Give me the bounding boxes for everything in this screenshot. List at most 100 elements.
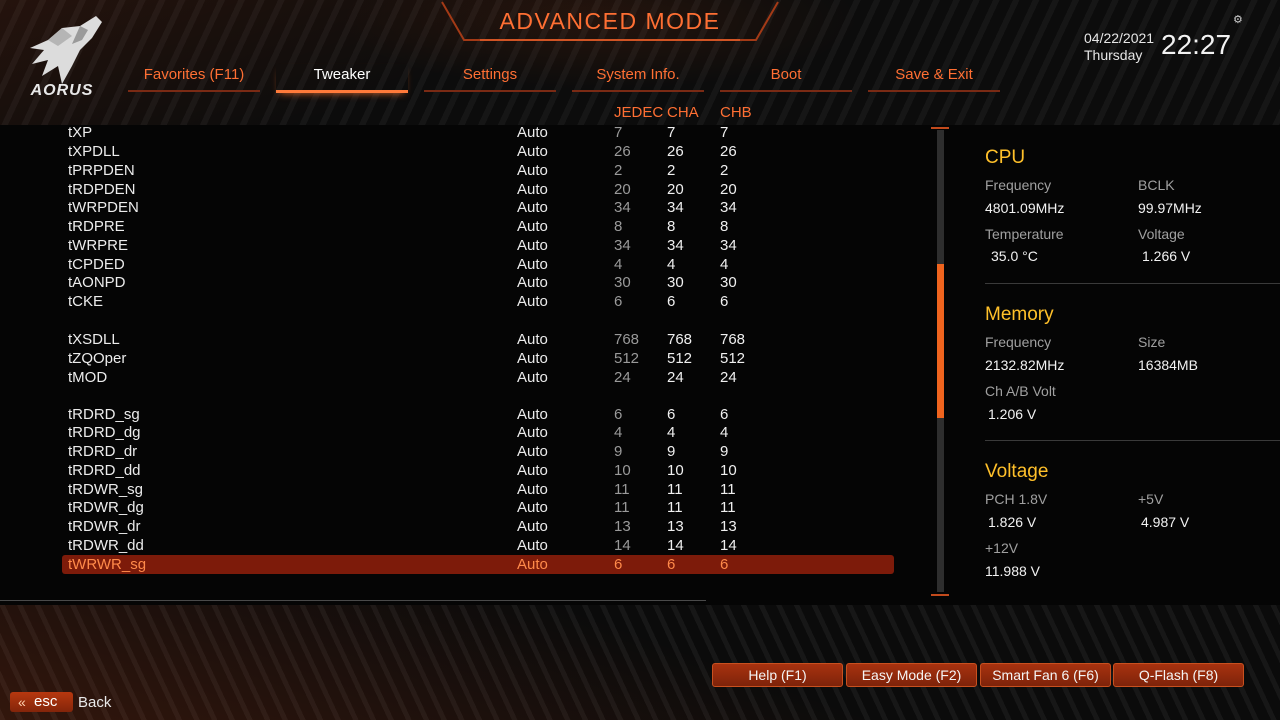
setting-value[interactable]: Auto [517, 555, 548, 574]
cha-value: 34 [667, 199, 684, 216]
setting-row-twrwr-sg-selected[interactable]: tWRWR_sg Auto 6 6 6 [62, 555, 894, 574]
cha-value: 4 [667, 424, 676, 441]
jedec-value: 34 [614, 237, 631, 254]
setting-row-trdrd-sg[interactable]: tRDRD_sg Auto 6 6 6 [62, 405, 894, 424]
setting-value[interactable]: Auto [517, 498, 548, 517]
jedec-value: 11 [614, 499, 630, 516]
cpu-bclk-value: 99.97MHz [1138, 200, 1202, 216]
setting-value[interactable]: Auto [517, 442, 548, 461]
setting-row-trdrd-dr[interactable]: tRDRD_dr Auto 9 9 9 [62, 442, 894, 461]
setting-row-trdwr-dg[interactable]: tRDWR_dg Auto 11 11 11 [62, 498, 894, 517]
clock[interactable]: 22:27 [1161, 29, 1231, 61]
setting-name: tWRPDEN [68, 199, 139, 216]
setting-row-txpdll[interactable]: tXPDLL Auto 26 26 26 [62, 142, 894, 161]
tab-settings[interactable]: Settings [424, 64, 556, 92]
setting-value[interactable]: Auto [517, 517, 548, 536]
cpu-bclk-label: BCLK [1138, 177, 1175, 193]
tab-save-exit[interactable]: Save & Exit [868, 64, 1000, 92]
smart-fan-button[interactable]: Smart Fan 6 (F6) [980, 663, 1111, 687]
tab-tweaker[interactable]: Tweaker [276, 64, 408, 93]
panel-divider [985, 283, 1280, 284]
jedec-value: 11 [614, 481, 630, 498]
5v-value: 4.987 V [1141, 514, 1190, 530]
setting-value[interactable]: Auto [517, 349, 548, 368]
setting-value[interactable]: Auto [517, 236, 548, 255]
jedec-value: 34 [614, 199, 631, 216]
setting-value[interactable]: Auto [517, 368, 548, 387]
double-chevron-left-icon: « [18, 694, 26, 710]
tab-boot[interactable]: Boot [720, 64, 852, 92]
jedec-value: 768 [614, 331, 640, 348]
setting-row-taonpd[interactable]: tAONPD Auto 30 30 30 [62, 273, 894, 292]
setting-row-trdrd-dg[interactable]: tRDRD_dg Auto 4 4 4 [62, 423, 894, 442]
date-text: 04/22/2021 [1084, 30, 1155, 46]
esc-button[interactable]: « esc [10, 692, 73, 712]
setting-row-txsdll[interactable]: tXSDLL Auto 768 768 768 [62, 330, 894, 349]
setting-row-trdrd-dd[interactable]: tRDRD_dd Auto 10 10 10 [62, 461, 894, 480]
setting-value[interactable]: Auto [517, 198, 548, 217]
setting-value[interactable]: Auto [517, 536, 548, 555]
setting-value[interactable]: Auto [517, 480, 548, 499]
setting-value[interactable]: Auto [517, 161, 548, 180]
chb-value: 768 [720, 331, 746, 348]
jedec-value: 512 [614, 350, 640, 367]
setting-row-txp[interactable]: tXP Auto 7 7 7 [62, 123, 894, 142]
setting-row-twrpre[interactable]: tWRPRE Auto 34 34 34 [62, 236, 894, 255]
setting-row-trdpre[interactable]: tRDPRE Auto 8 8 8 [62, 217, 894, 236]
tab-favorites[interactable]: Favorites (F11) [128, 64, 260, 92]
setting-value[interactable]: Auto [517, 405, 548, 424]
setting-value[interactable]: Auto [517, 123, 548, 142]
setting-value[interactable]: Auto [517, 142, 548, 161]
setting-row-tmod[interactable]: tMOD Auto 24 24 24 [62, 368, 894, 387]
cha-value: 2 [667, 162, 676, 179]
setting-name: tAONPD [68, 274, 126, 291]
cha-value: 30 [667, 274, 684, 291]
page-title: ADVANCED MODE [499, 8, 721, 34]
setting-value[interactable]: Auto [517, 217, 548, 236]
setting-name: tMOD [68, 369, 108, 386]
day-text: Thursday [1084, 47, 1143, 63]
setting-row-trdwr-sg[interactable]: tRDWR_sg Auto 11 11 11 [62, 480, 894, 499]
list-bottom-divider [0, 600, 706, 601]
setting-row-tcke[interactable]: tCKE Auto 6 6 6 [62, 292, 894, 311]
setting-row-tzqoper[interactable]: tZQOper Auto 512 512 512 [62, 349, 894, 368]
help-button[interactable]: Help (F1) [712, 663, 843, 687]
column-header-cha: CHA [667, 104, 699, 121]
memory-size-label: Size [1138, 334, 1166, 350]
setting-value[interactable]: Auto [517, 423, 548, 442]
12v-value: 11.988 V [985, 563, 1041, 579]
setting-value[interactable]: Auto [517, 273, 548, 292]
chb-value: 7 [720, 124, 729, 141]
setting-row-tprpden[interactable]: tPRPDEN Auto 2 2 2 [62, 161, 894, 180]
jedec-value: 6 [614, 293, 623, 310]
setting-value[interactable]: Auto [517, 292, 548, 311]
cha-value: 13 [667, 518, 684, 535]
chb-value: 20 [720, 181, 737, 198]
setting-value[interactable]: Auto [517, 180, 548, 199]
setting-row-trdpden[interactable]: tRDPDEN Auto 20 20 20 [62, 180, 894, 199]
jedec-value: 2 [614, 162, 623, 179]
q-flash-button[interactable]: Q-Flash (F8) [1113, 663, 1244, 687]
setting-value[interactable]: Auto [517, 255, 548, 274]
esc-label: esc [34, 693, 58, 710]
jedec-value: 10 [614, 462, 631, 479]
setting-value[interactable]: Auto [517, 461, 548, 480]
memory-size-value: 16384MB [1138, 357, 1198, 373]
cha-value: 6 [667, 556, 676, 573]
setting-value[interactable]: Auto [517, 330, 548, 349]
setting-name: tWRWR_sg [68, 556, 147, 573]
gear-icon[interactable]: ⚙ [1233, 13, 1243, 26]
tab-system-info[interactable]: System Info. [572, 64, 704, 92]
chb-value: 34 [720, 199, 737, 216]
jedec-value: 14 [614, 537, 631, 554]
chb-value: 10 [720, 462, 737, 479]
setting-row-trdwr-dd[interactable]: tRDWR_dd Auto 14 14 14 [62, 536, 894, 555]
cha-value: 7 [667, 124, 676, 141]
setting-row-tcpded[interactable]: tCPDED Auto 4 4 4 [62, 255, 894, 274]
scrollbar-thumb[interactable] [937, 264, 944, 418]
jedec-value: 26 [614, 143, 631, 160]
setting-row-trdwr-dr[interactable]: tRDWR_dr Auto 13 13 13 [62, 517, 894, 536]
cha-value: 26 [667, 143, 684, 160]
setting-row-twrpden[interactable]: tWRPDEN Auto 34 34 34 [62, 198, 894, 217]
easy-mode-button[interactable]: Easy Mode (F2) [846, 663, 977, 687]
